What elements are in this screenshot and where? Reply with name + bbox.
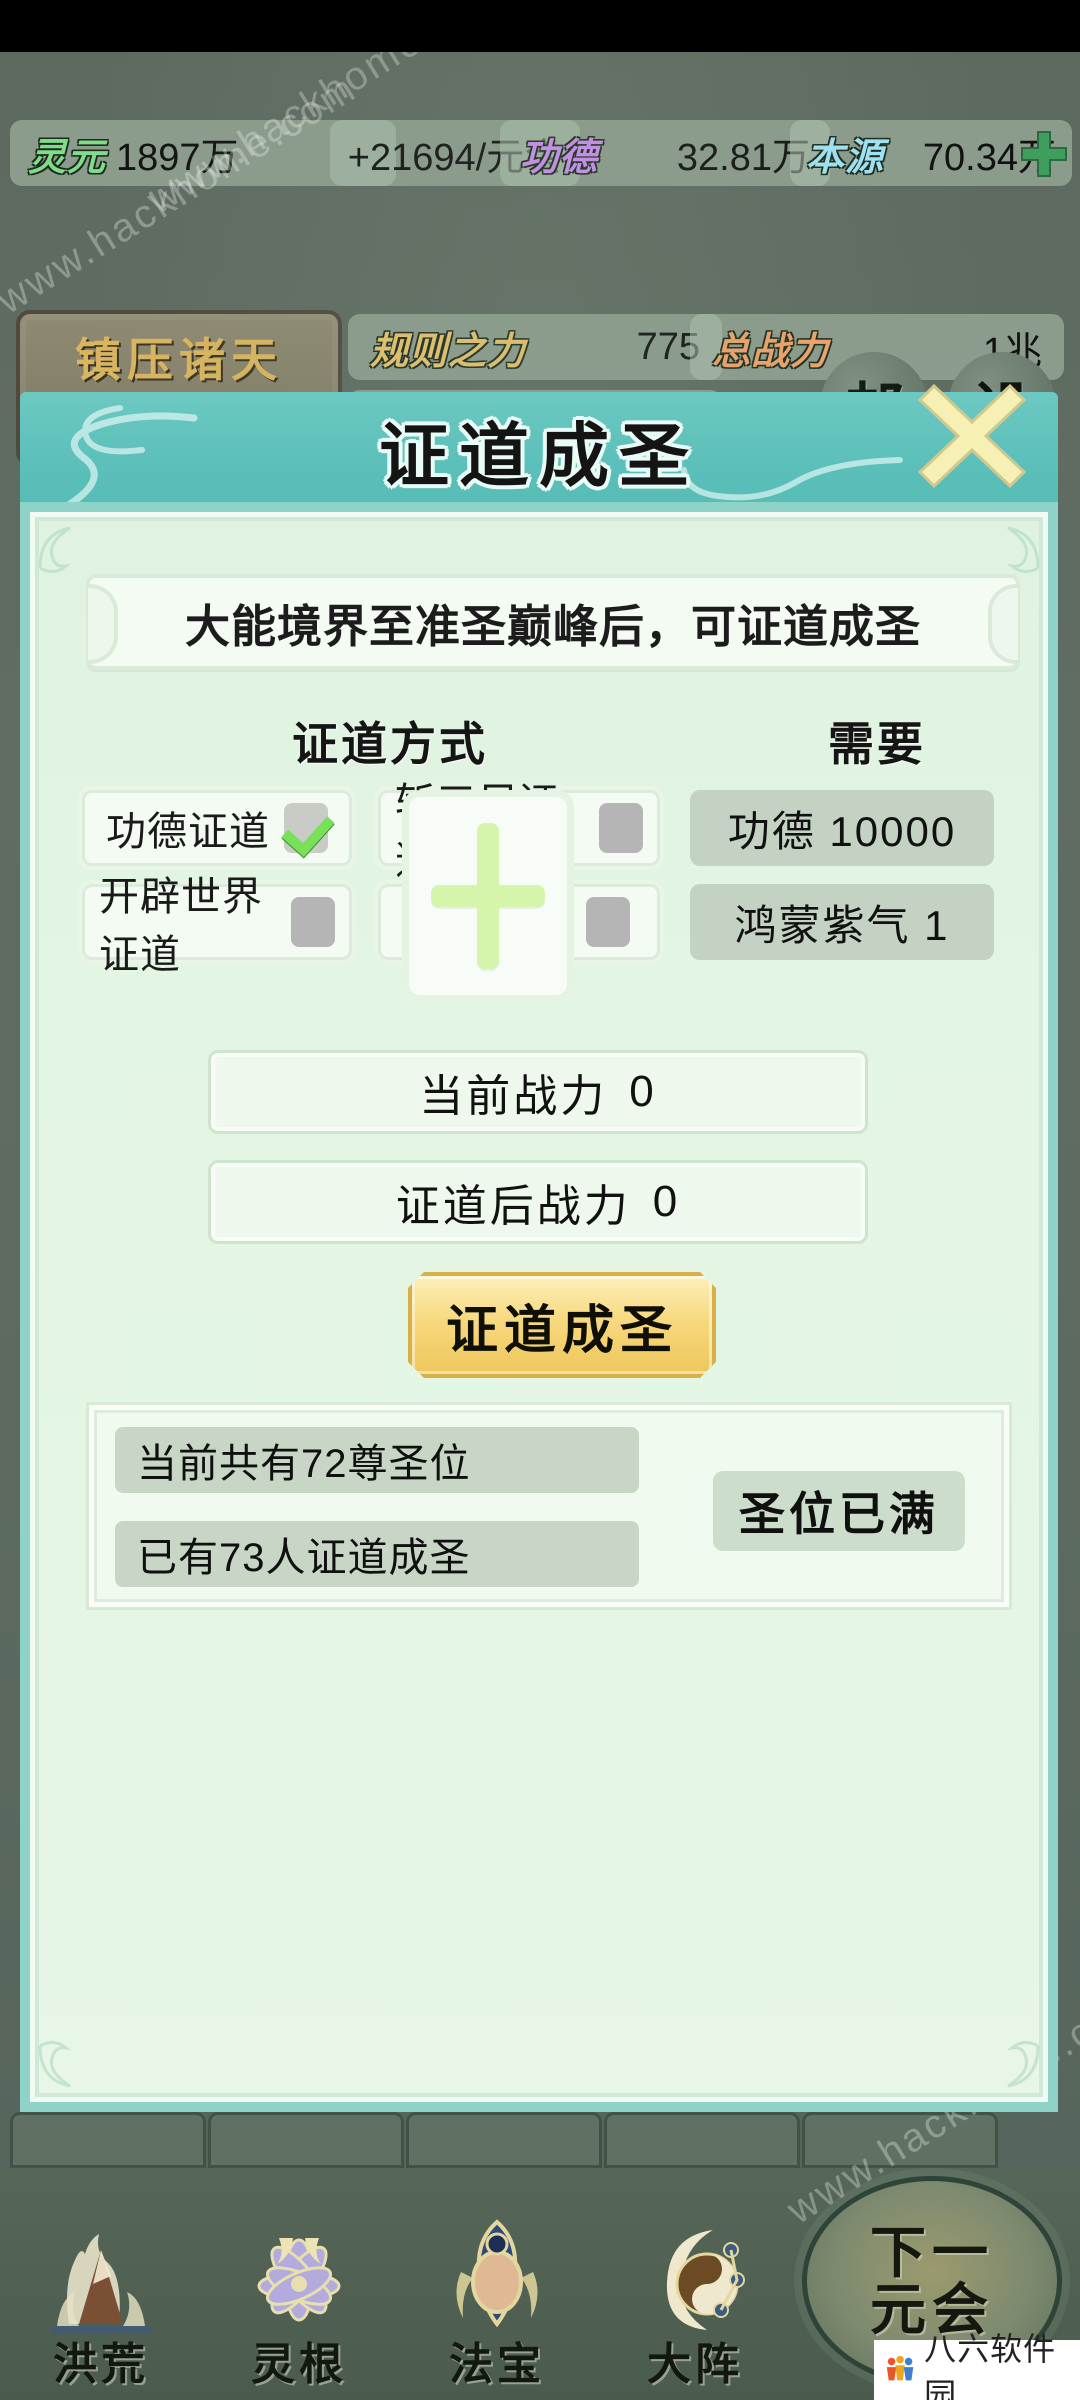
site-logo: 八六软件园 — [874, 2331, 1080, 2400]
mountain-flame-icon — [6, 2204, 196, 2334]
card-slot — [10, 2112, 206, 2168]
hud-lingyuan-value: 1897万 — [116, 136, 239, 179]
status-badge: 圣位已满 — [713, 1471, 965, 1551]
nav-item-dazhen-label: 大阵 — [647, 2340, 743, 2389]
add-saint-slot-button[interactable] — [402, 790, 574, 1002]
taiji-moon-icon — [600, 2204, 790, 2334]
hud-guize-label: 规则之力 — [370, 330, 527, 373]
info-banner: 大能境界至准圣巅峰后，可证道成圣 — [86, 574, 1020, 670]
next-epoch-line1: 下一 — [870, 2220, 994, 2284]
site-logo-label: 八六软件园 — [924, 2331, 1057, 2400]
people-logo-icon — [886, 2355, 914, 2381]
hud-lingyuan-label: 灵元 — [28, 136, 107, 179]
confirm-zhengdao-button-label: 证道成圣 — [445, 1301, 678, 1360]
nav-item-linggen-label: 灵根 — [251, 2340, 347, 2389]
hud-gongde-label: 功德 — [520, 136, 599, 179]
method-option-kaipishijie[interactable]: 开辟世界证道 — [82, 875, 352, 977]
stat-current-power-label: 当前战力 — [419, 1072, 608, 1121]
dialog-title: 证道成圣 — [379, 417, 699, 495]
watermark: www.hackhome.com — [0, 65, 365, 323]
plus-icon — [477, 823, 499, 969]
nav-item-dazhen[interactable]: 大阵 — [600, 2204, 790, 2392]
corner-ornament-icon — [1006, 526, 1040, 573]
checkbox-checked-icon[interactable] — [284, 803, 328, 853]
saint-status-panel: 当前共有72尊圣位 已有73人证道成圣 圣位已满 — [86, 1402, 1012, 1610]
status-badge-label: 圣位已满 — [739, 1488, 939, 1540]
corner-ornament-icon — [38, 526, 72, 573]
mirror-icon — [402, 2204, 592, 2334]
close-icon[interactable] — [912, 370, 1032, 490]
dialog-header: 证道成圣 — [20, 392, 1058, 512]
requirement-hongmengziqi-text: 鸿蒙紫气 1 — [734, 901, 950, 949]
stat-after-power-label: 证道后战力 — [395, 1182, 631, 1231]
hud-benyuan-label: 本源 — [806, 136, 885, 179]
column-header-methods: 证道方式 — [292, 718, 488, 770]
column-header-requirement: 需要 — [828, 718, 926, 770]
saint-total-line: 当前共有72尊圣位 — [115, 1427, 639, 1493]
requirement-gongde-text: 功德 10000 — [727, 807, 957, 855]
dialog-body: 大能境界至准圣巅峰后，可证道成圣 证道方式 需要 功德证道 斩三尸证道 开辟世界… — [20, 502, 1058, 2112]
confirm-zhengdao-button[interactable]: 证道成圣 — [408, 1272, 716, 1378]
plus-icon[interactable] — [1018, 128, 1070, 180]
info-banner-text: 大能境界至准圣巅峰后，可证道成圣 — [184, 600, 921, 652]
card-slot — [604, 2112, 800, 2168]
saint-achieved-line: 已有73人证道成圣 — [115, 1521, 639, 1587]
lotus-icon — [204, 2204, 394, 2334]
stat-current-power: 当前战力 0 — [208, 1050, 868, 1134]
nav-item-fabao[interactable]: 法宝 — [402, 2204, 592, 2392]
card-slot — [406, 2112, 602, 2168]
hud-stat-guizezhili: 规则之力 775 — [348, 314, 722, 380]
hud-plaque-title: 镇压诸天 — [75, 334, 283, 386]
hud-resource-gongde[interactable]: 功德 32.81万 — [500, 120, 830, 186]
checkbox-unchecked-icon[interactable] — [291, 897, 335, 947]
corner-ornament-icon — [38, 2041, 72, 2088]
zhengdao-chengsheng-dialog: 证道成圣 大能境界至准圣巅峰后，可证道成圣 证道方式 需要 功德证道 开辟世界证… — [20, 383, 1058, 2112]
method-option-gongde[interactable]: 功德证道 — [82, 790, 352, 866]
nav-item-fabao-label: 法宝 — [449, 2340, 545, 2389]
banner-notch-right — [988, 584, 1018, 664]
requirement-hongmengziqi: 鸿蒙紫气 1 — [690, 884, 994, 960]
card-slot — [802, 2112, 998, 2168]
stat-after-power: 证道后战力 0 — [208, 1160, 868, 1244]
hud-zongzhanli-label: 总战力 — [712, 330, 830, 373]
banner-notch-left — [88, 584, 118, 664]
stat-after-power-value: 0 — [652, 1177, 681, 1226]
method-option-kaipishijie-label: 开辟世界证道 — [99, 875, 263, 977]
nav-item-honghuang-label: 洪荒 — [53, 2340, 149, 2389]
requirement-gongde: 功德 10000 — [690, 790, 994, 866]
stat-current-power-value: 0 — [629, 1067, 657, 1116]
saint-total-text: 当前共有72尊圣位 — [137, 1442, 471, 1486]
checkbox-unchecked-icon[interactable] — [599, 803, 643, 853]
method-option-gongde-label: 功德证道 — [106, 810, 270, 854]
nav-item-linggen[interactable]: 灵根 — [204, 2204, 394, 2392]
checkbox-unchecked-icon[interactable] — [586, 897, 630, 947]
saint-achieved-text: 已有73人证道成圣 — [137, 1536, 471, 1580]
corner-ornament-icon — [1006, 2041, 1040, 2088]
nav-item-honghuang[interactable]: 洪荒 — [6, 2204, 196, 2392]
card-slot — [208, 2112, 404, 2168]
